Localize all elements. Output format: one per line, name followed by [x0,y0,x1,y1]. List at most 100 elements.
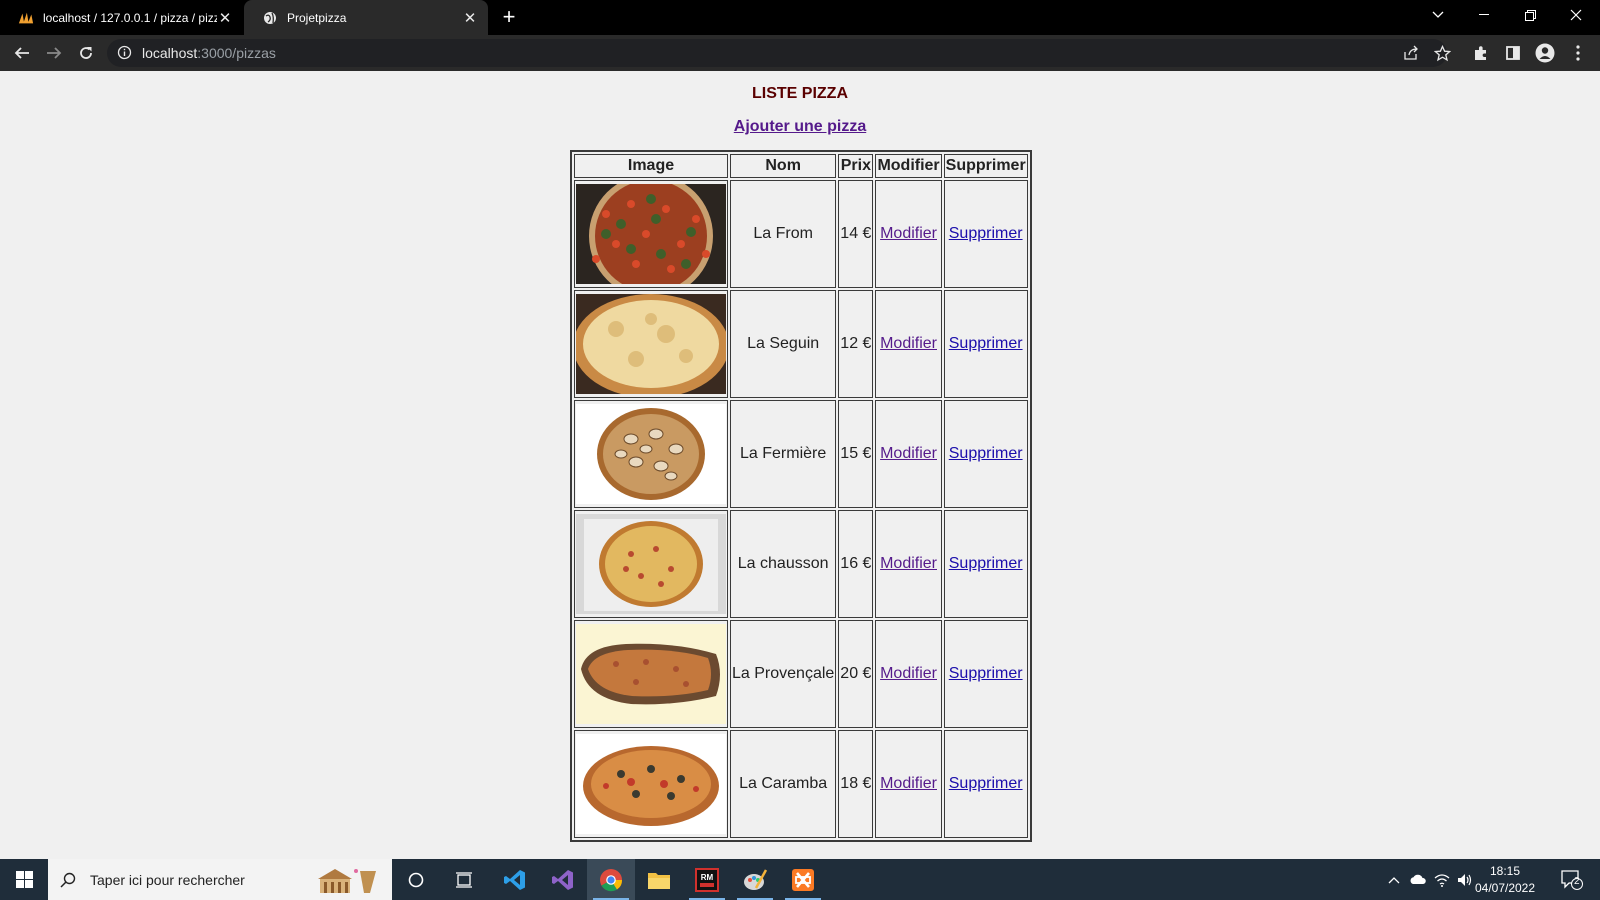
pizza-image [576,734,726,834]
forward-arrow-icon[interactable] [42,41,66,65]
tab-strip: localhost / 127.0.0.1 / pizza / pizzas ✕… [0,0,1600,35]
chevron-up-icon[interactable] [1382,859,1406,900]
windows-start-icon[interactable] [0,859,48,900]
pizza-price: 12 € [838,290,874,398]
clock-time: 18:15 [1489,864,1521,878]
pizza-price: 16 € [838,510,874,618]
side-panel-icon[interactable] [1503,43,1523,63]
tab-projetpizza[interactable]: Projetpizza ✕ [244,0,488,35]
pizza-name: La From [730,180,837,288]
file-explorer-icon[interactable] [635,859,683,900]
restore-icon[interactable] [1507,0,1553,30]
visual-studio-icon[interactable] [539,859,587,900]
vscode-icon[interactable] [491,859,539,900]
windows-taskbar: Taper ici pour rechercher RM 18:15 04/07… [0,859,1600,900]
pizza-image [576,404,726,504]
modifier-link[interactable]: Modifier [880,335,937,352]
tab-title: localhost / 127.0.0.1 / pizza / pizzas [43,10,217,25]
pizza-image-cell [574,400,728,508]
modifier-cell: Modifier [875,510,942,618]
share-icon[interactable] [1401,43,1421,63]
bookmark-star-icon[interactable] [1432,43,1452,63]
supprimer-link[interactable]: Supprimer [949,335,1023,352]
wifi-icon[interactable] [1430,859,1454,900]
page-title: LISTE PIZZA [752,85,848,102]
column-header-prix: Prix [838,154,874,178]
search-icon [60,872,76,888]
modifier-link[interactable]: Modifier [880,445,937,462]
profile-avatar-icon[interactable] [1535,43,1555,63]
modifier-link[interactable]: Modifier [880,225,937,242]
task-view-icon[interactable] [440,859,488,900]
supprimer-link[interactable]: Supprimer [949,555,1023,572]
search-placeholder: Taper ici pour rechercher [90,871,245,888]
system-clock[interactable]: 18:15 04/07/2022 [1470,863,1540,897]
pizza-name: La Seguin [730,290,837,398]
column-header-image: Image [574,154,728,178]
supprimer-link[interactable]: Supprimer [949,445,1023,462]
table-header-row: Image Nom Prix Modifier Supprimer [574,154,1028,178]
table-row: La chausson 16 € Modifier Supprimer [574,510,1028,618]
browser-toolbar: localhost:3000/pizzas [0,35,1600,71]
table-row: La Seguin 12 € Modifier Supprimer [574,290,1028,398]
menu-kebab-icon[interactable] [1568,43,1588,63]
column-header-modifier: Modifier [875,154,942,178]
chrome-taskbar-icon[interactable] [587,859,635,900]
modifier-cell: Modifier [875,730,942,838]
close-tab-icon[interactable]: ✕ [217,9,233,27]
tab-search-chevron-icon[interactable] [1415,0,1461,30]
onedrive-cloud-icon[interactable] [1406,859,1430,900]
site-info-icon[interactable] [117,45,132,65]
supprimer-cell: Supprimer [943,290,1028,398]
reload-icon[interactable] [74,41,98,65]
paint-app-icon[interactable] [731,859,779,900]
url-host: localhost [142,45,198,61]
cortana-icon[interactable] [392,859,440,900]
tab-phpmyadmin[interactable]: localhost / 127.0.0.1 / pizza / pizzas ✕ [0,0,243,35]
add-pizza-link[interactable]: Ajouter une pizza [734,118,866,135]
add-pizza-container: Ajouter une pizza [0,118,1600,136]
supprimer-link[interactable]: Supprimer [949,775,1023,792]
supprimer-cell: Supprimer [943,730,1028,838]
pizza-image-cell [574,730,728,838]
modifier-link[interactable]: Modifier [880,775,937,792]
supprimer-link[interactable]: Supprimer [949,665,1023,682]
pizza-price: 18 € [838,730,874,838]
search-highlight-illustration-icon [316,865,384,895]
column-header-nom: Nom [730,154,837,178]
minimize-icon[interactable] [1461,0,1507,30]
pizza-image-cell [574,620,728,728]
modifier-link[interactable]: Modifier [880,555,937,572]
supprimer-link[interactable]: Supprimer [949,225,1023,242]
url-text[interactable]: localhost:3000/pizzas [142,39,276,67]
close-window-icon[interactable] [1553,0,1599,30]
svg-text:RM: RM [701,873,714,882]
tab-title: Projetpizza [287,10,347,25]
xampp-icon[interactable] [779,859,827,900]
rm-app-icon[interactable]: RM [683,859,731,900]
pizza-image-cell [574,510,728,618]
close-tab-icon[interactable]: ✕ [462,9,478,27]
extensions-puzzle-icon[interactable] [1471,43,1491,63]
pizza-image-cell [574,290,728,398]
column-header-supprimer: Supprimer [943,154,1028,178]
page-content: LISTE PIZZA Ajouter une pizza Image Nom … [0,71,1600,859]
modifier-cell: Modifier [875,180,942,288]
modifier-link[interactable]: Modifier [880,665,937,682]
pizza-image [576,184,726,284]
supprimer-cell: Supprimer [943,510,1028,618]
pizza-name: La Caramba [730,730,837,838]
back-arrow-icon[interactable] [10,41,34,65]
pizza-image [576,624,726,724]
new-tab-plus-icon[interactable]: + [498,6,520,28]
modifier-cell: Modifier [875,400,942,508]
pizza-name: La chausson [730,510,837,618]
pizza-table: Image Nom Prix Modifier Supprimer La Fro… [570,150,1032,842]
clock-date: 04/07/2022 [1474,881,1536,895]
taskbar-search-box[interactable]: Taper ici pour rechercher [48,859,392,900]
pizza-price: 15 € [838,400,874,508]
notification-center-icon[interactable]: 2 [1552,859,1592,900]
modifier-cell: Modifier [875,290,942,398]
phpmyadmin-icon [18,10,34,26]
address-bar[interactable]: localhost:3000/pizzas [107,39,1447,67]
